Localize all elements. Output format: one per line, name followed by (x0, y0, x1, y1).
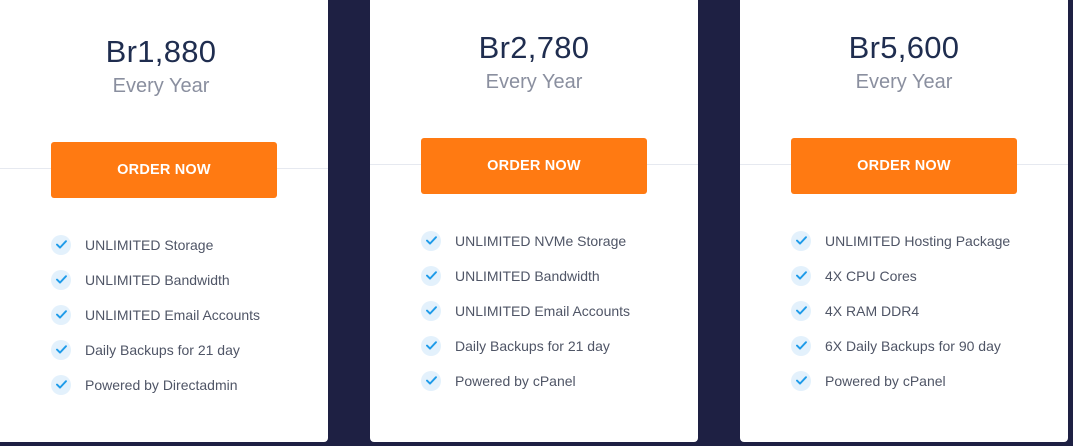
feature-label: Daily Backups for 21 day (455, 337, 610, 354)
feature-label: 6X Daily Backups for 90 day (825, 337, 1001, 354)
check-circle-icon (791, 335, 811, 356)
check-circle-icon (421, 335, 441, 356)
check-circle-icon (421, 370, 441, 391)
feature-label: UNLIMITED Email Accounts (455, 302, 631, 319)
feature-item: UNLIMITED Bandwidth (51, 262, 260, 297)
plan-period: Every Year (112, 75, 210, 97)
feature-item: 4X CPU Cores (791, 258, 1010, 293)
feature-label: UNLIMITED NVMe Storage (455, 232, 627, 249)
check-circle-icon (51, 374, 71, 395)
feature-item: Powered by cPanel (421, 363, 630, 398)
feature-item: UNLIMITED Storage (51, 227, 260, 262)
plan-period: Every Year (855, 71, 953, 93)
price-block: Br5,600 Every Year (740, 30, 1068, 94)
check-circle-icon (791, 370, 811, 391)
feature-list: UNLIMITED Hosting Package 4X CPU Cores 4… (791, 223, 1010, 398)
feature-label: Powered by cPanel (825, 372, 946, 389)
feature-label: Powered by Directadmin (85, 376, 238, 393)
order-now-button[interactable]: ORDER NOW (791, 138, 1017, 194)
pricing-card-3: Br5,600 Every Year ORDER NOW UNLIMITED H… (740, 0, 1068, 442)
price-block: Br2,780 Every Year (370, 30, 698, 94)
feature-item: UNLIMITED Email Accounts (421, 293, 630, 328)
feature-label: UNLIMITED Hosting Package (825, 232, 1011, 249)
feature-label: Daily Backups for 21 day (85, 341, 240, 358)
check-circle-icon (421, 300, 441, 321)
plan-price: Br1,880 (105, 34, 217, 69)
pricing-card-2: Br2,780 Every Year ORDER NOW UNLIMITED N… (370, 0, 698, 442)
check-circle-icon (51, 269, 71, 290)
feature-label: Powered by cPanel (455, 372, 576, 389)
feature-label: 4X RAM DDR4 (825, 302, 920, 319)
feature-item: UNLIMITED Email Accounts (51, 297, 260, 332)
check-circle-icon (791, 230, 811, 251)
price-block: Br1,880 Every Year (0, 34, 328, 98)
order-now-button[interactable]: ORDER NOW (421, 138, 647, 194)
feature-label: 4X CPU Cores (825, 267, 917, 284)
check-circle-icon (421, 265, 441, 286)
check-circle-icon (51, 304, 71, 325)
feature-item: 6X Daily Backups for 90 day (791, 328, 1010, 363)
feature-label: UNLIMITED Bandwidth (85, 271, 230, 288)
feature-item: Powered by Directadmin (51, 367, 260, 402)
plan-price: Br5,600 (848, 30, 960, 65)
check-circle-icon (791, 300, 811, 321)
feature-item: UNLIMITED NVMe Storage (421, 223, 630, 258)
feature-list: UNLIMITED NVMe Storage UNLIMITED Bandwid… (421, 223, 630, 398)
check-circle-icon (51, 339, 71, 360)
feature-item: 4X RAM DDR4 (791, 293, 1010, 328)
order-now-button[interactable]: ORDER NOW (51, 142, 277, 198)
check-circle-icon (421, 230, 441, 251)
plan-price: Br2,780 (478, 30, 590, 65)
feature-list: UNLIMITED Storage UNLIMITED Bandwidth UN… (51, 227, 260, 402)
feature-label: UNLIMITED Storage (85, 236, 214, 253)
check-circle-icon (51, 234, 71, 255)
feature-item: Powered by cPanel (791, 363, 1010, 398)
feature-item: Daily Backups for 21 day (421, 328, 630, 363)
feature-item: UNLIMITED Bandwidth (421, 258, 630, 293)
check-circle-icon (791, 265, 811, 286)
feature-item: UNLIMITED Hosting Package (791, 223, 1010, 258)
feature-label: UNLIMITED Bandwidth (455, 267, 600, 284)
plan-period: Every Year (485, 71, 583, 93)
feature-label: UNLIMITED Email Accounts (85, 306, 261, 323)
pricing-card-1: Br1,880 Every Year ORDER NOW UNLIMITED S… (0, 0, 328, 442)
feature-item: Daily Backups for 21 day (51, 332, 260, 367)
